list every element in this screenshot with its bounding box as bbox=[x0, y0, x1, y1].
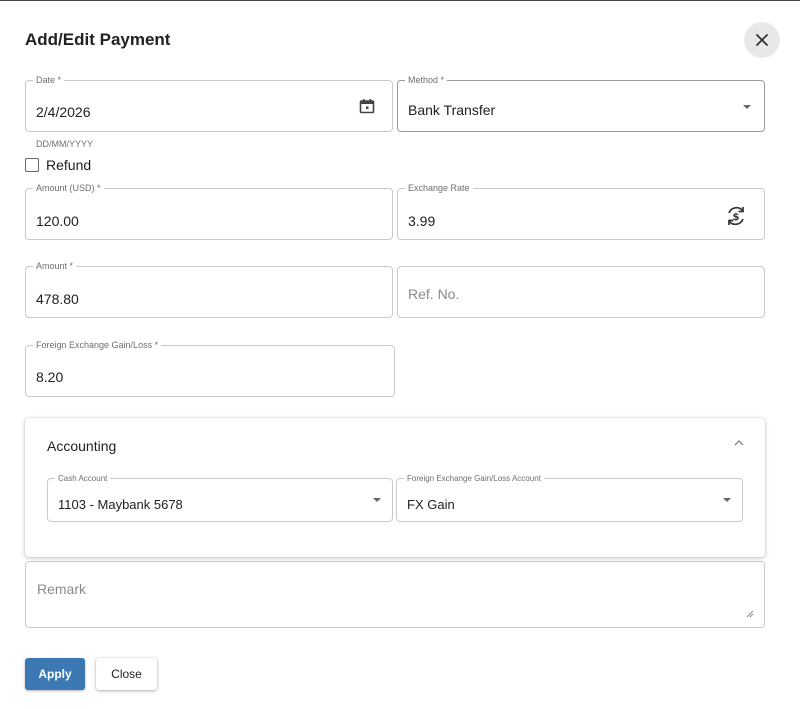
amount-label: Amount * bbox=[33, 261, 77, 272]
accounting-title: Accounting bbox=[47, 438, 117, 454]
ref-no-placeholder: Ref. No. bbox=[408, 286, 460, 302]
amount-usd-field[interactable]: Amount (USD) * 120.00 bbox=[25, 183, 393, 240]
refund-checkbox[interactable] bbox=[25, 158, 39, 172]
cash-account-label: Cash Account bbox=[55, 473, 111, 484]
fx-gain-loss-field[interactable]: Foreign Exchange Gain/Loss * 8.20 bbox=[25, 340, 395, 397]
remark-textarea[interactable]: Remark bbox=[25, 561, 765, 628]
amount-usd-value: 120.00 bbox=[36, 213, 79, 229]
chevron-down-icon bbox=[373, 498, 381, 502]
close-dialog-button[interactable] bbox=[744, 22, 780, 58]
chevron-down-icon bbox=[743, 105, 751, 109]
resize-handle-icon[interactable] bbox=[746, 610, 754, 618]
method-label: Method * bbox=[405, 75, 448, 86]
apply-button[interactable]: Apply bbox=[25, 658, 85, 690]
cash-account-value: 1103 - Maybank 5678 bbox=[58, 497, 183, 512]
date-field[interactable]: Date * 2/4/2026 bbox=[25, 75, 393, 132]
calendar-icon[interactable] bbox=[359, 98, 375, 114]
exchange-rate-value: 3.99 bbox=[408, 213, 436, 229]
close-button[interactable]: Close bbox=[96, 658, 157, 690]
fx-gain-loss-label: Foreign Exchange Gain/Loss * bbox=[33, 340, 162, 351]
refund-checkbox-row[interactable]: Refund bbox=[25, 157, 91, 173]
refund-label: Refund bbox=[46, 157, 92, 173]
fx-gain-loss-value: 8.20 bbox=[36, 369, 64, 385]
amount-field[interactable]: Amount * 478.80 bbox=[25, 261, 393, 318]
remark-placeholder: Remark bbox=[37, 581, 87, 597]
fx-account-value: FX Gain bbox=[407, 497, 455, 512]
fx-account-select[interactable]: Foreign Exchange Gain/Loss Account FX Ga… bbox=[396, 473, 743, 522]
amount-usd-label: Amount (USD) * bbox=[33, 183, 104, 194]
dialog-title: Add/Edit Payment bbox=[25, 30, 171, 49]
exchange-rate-label: Exchange Rate bbox=[405, 183, 473, 194]
chevron-up-icon[interactable] bbox=[733, 438, 745, 448]
method-value: Bank Transfer bbox=[408, 102, 496, 118]
svg-text:$: $ bbox=[733, 212, 740, 223]
currency-exchange-icon[interactable]: $ bbox=[725, 205, 747, 227]
top-divider bbox=[0, 0, 800, 1]
method-select[interactable]: Method * Bank Transfer bbox=[397, 75, 765, 132]
exchange-rate-field[interactable]: Exchange Rate 3.99 $ bbox=[397, 183, 765, 240]
chevron-down-icon bbox=[723, 498, 731, 502]
date-value: 2/4/2026 bbox=[36, 104, 91, 120]
fx-account-label: Foreign Exchange Gain/Loss Account bbox=[404, 473, 544, 484]
cash-account-select[interactable]: Cash Account 1103 - Maybank 5678 bbox=[47, 473, 393, 522]
date-label: Date * bbox=[33, 75, 65, 86]
date-format-hint: DD/MM/YYYY bbox=[36, 139, 94, 149]
close-icon bbox=[756, 34, 768, 46]
accounting-panel: Accounting Cash Account 1103 - Maybank 5… bbox=[25, 418, 765, 557]
amount-value: 478.80 bbox=[36, 291, 79, 307]
ref-no-field[interactable]: Ref. No. bbox=[397, 266, 765, 318]
